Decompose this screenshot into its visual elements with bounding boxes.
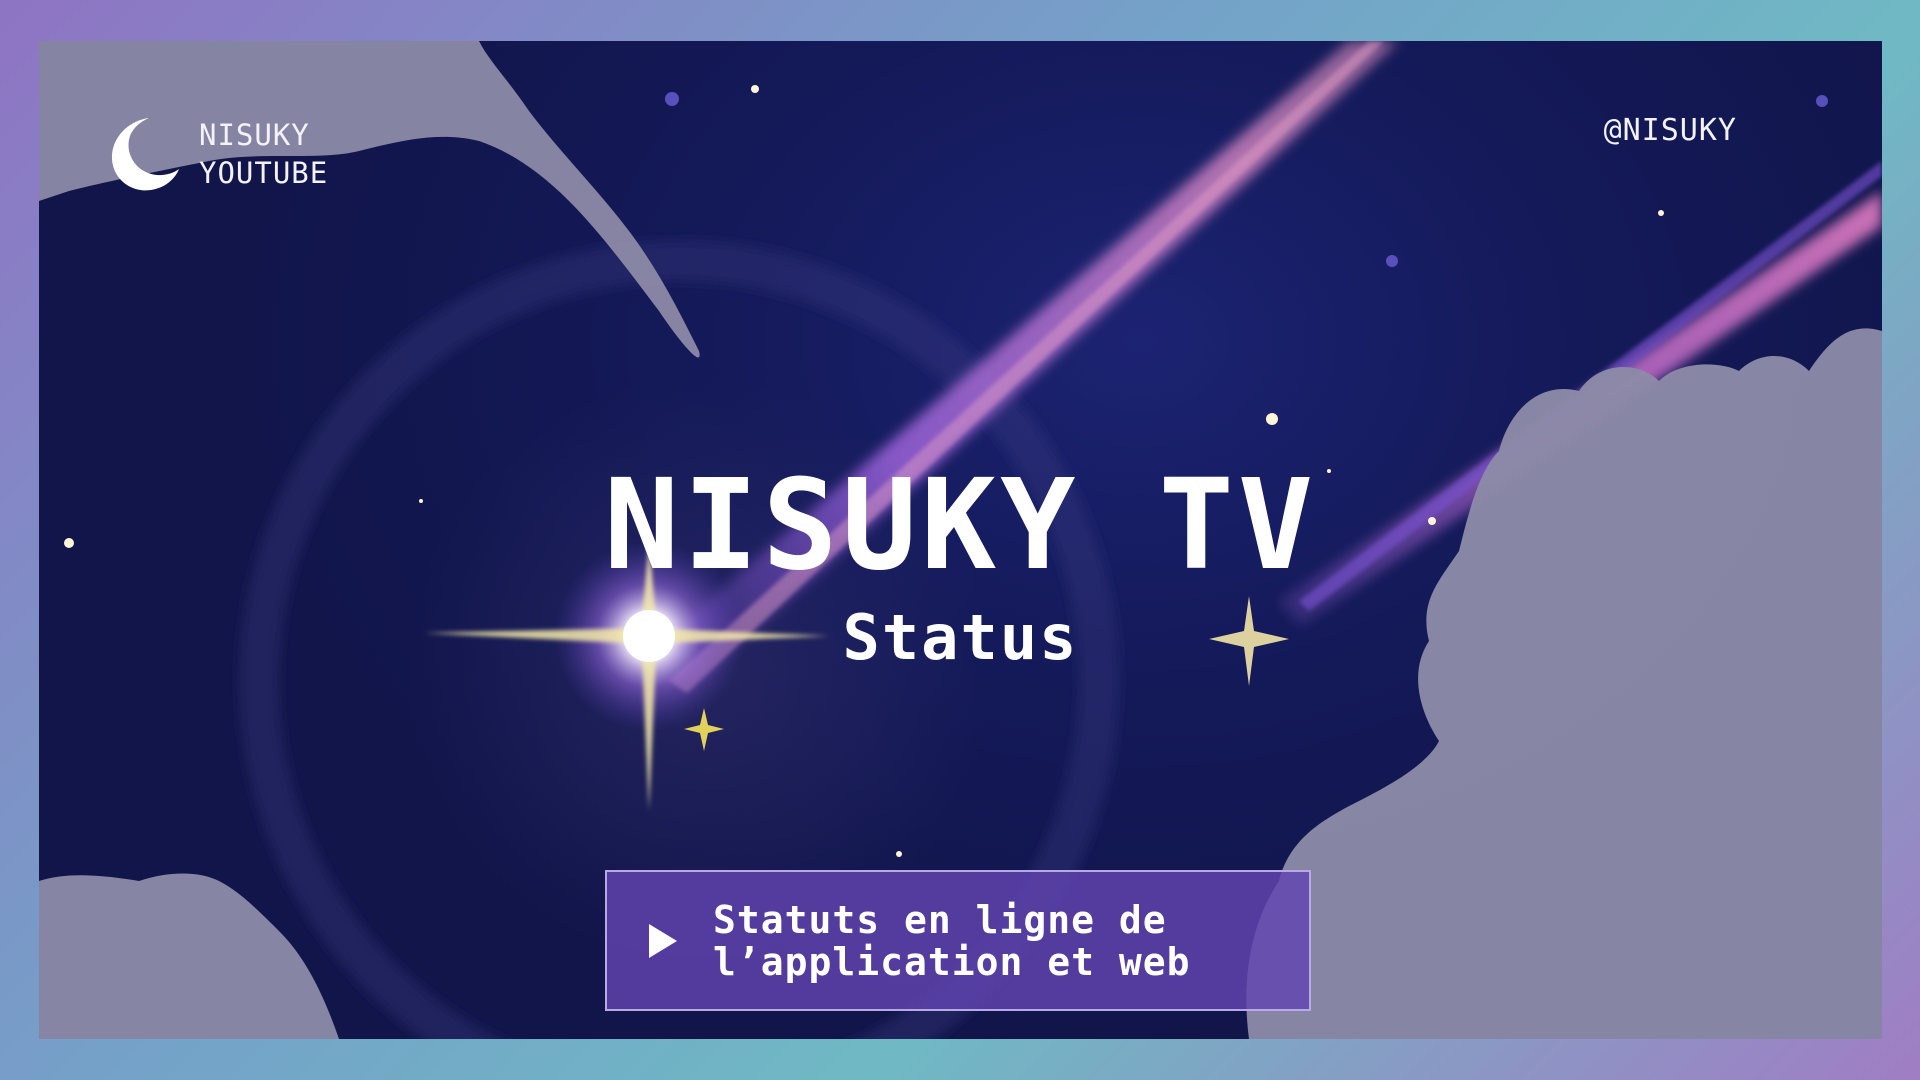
cloud-right xyxy=(1246,328,1882,1039)
crescent-moon-icon xyxy=(111,118,179,191)
page-subtitle: Status xyxy=(842,601,1079,674)
play-icon xyxy=(649,923,677,958)
night-sky-banner: NISUKY YOUTUBE @NISUKY NISUKY TV Status … xyxy=(39,41,1882,1039)
social-handle: @NISUKY xyxy=(1603,113,1737,148)
status-link-line-2: l’application et web xyxy=(713,939,1191,984)
cloud-bottom-left xyxy=(39,873,339,1039)
status-link-button[interactable]: Statuts en ligne de l’application et web xyxy=(605,870,1311,1011)
brand-block: NISUKY YOUTUBE xyxy=(105,115,328,193)
status-link-label: Statuts en ligne de l’application et web xyxy=(713,899,1191,983)
brand-line-2: YOUTUBE xyxy=(199,156,329,190)
brand-line-1: NISUKY xyxy=(199,118,310,152)
brand-name: NISUKY YOUTUBE xyxy=(199,116,328,192)
status-link-line-1: Statuts en ligne de xyxy=(713,897,1167,942)
cloud-top-left xyxy=(39,41,700,358)
page-title: NISUKY TV xyxy=(603,453,1318,598)
